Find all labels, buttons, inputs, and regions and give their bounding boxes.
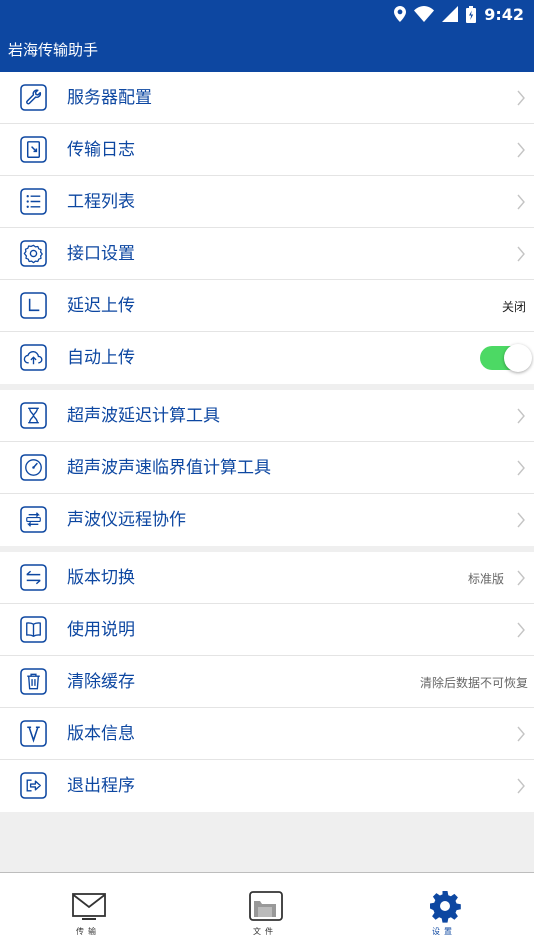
user-guide-label: 使用说明 <box>67 620 135 640</box>
battery-icon <box>466 5 477 23</box>
gear-icon <box>20 240 47 267</box>
signal-icon <box>442 6 459 22</box>
list-icon <box>20 188 47 215</box>
settings-group-tools: 超声波延迟计算工具 超声波声速临界值计算工具 声波仪远程协作 <box>0 390 534 546</box>
log-icon <box>20 136 47 163</box>
version-switch-value: 标准版 <box>467 572 504 586</box>
tab-transfer[interactable]: 传输 <box>38 873 138 950</box>
app-bar: 岩海传输助手 <box>0 28 534 72</box>
app-title: 岩海传输助手 <box>8 41 99 59</box>
auto-upload-label: 自动上传 <box>67 348 135 368</box>
mail-icon <box>72 893 106 920</box>
chevron-right-icon <box>517 622 525 638</box>
tab-files-label: 文件 <box>253 927 277 936</box>
tab-settings-label: 设置 <box>432 927 456 936</box>
status-bar: 9:42 <box>0 0 534 28</box>
book-icon <box>20 616 47 643</box>
transfer-log-label: 传输日志 <box>67 140 135 160</box>
version-switch-label: 版本切换 <box>67 568 135 588</box>
version-switch-row[interactable]: 版本切换 标准版 <box>0 552 534 604</box>
location-icon <box>394 6 407 22</box>
chevron-right-icon <box>517 726 525 742</box>
remote-icon <box>20 506 47 533</box>
remote-collab-row[interactable]: 声波仪远程协作 <box>0 494 534 546</box>
folder-icon <box>249 891 283 921</box>
status-time: 9:42 <box>484 4 524 24</box>
toggle-knob <box>504 344 532 372</box>
clear-cache-row[interactable]: 清除缓存 清除后数据不可恢复 <box>0 656 534 708</box>
chevron-right-icon <box>517 570 525 586</box>
chevron-right-icon <box>517 142 525 158</box>
clock-icon <box>20 292 47 319</box>
switch-icon <box>20 564 47 591</box>
delay-upload-row[interactable]: 延迟上传 关闭 <box>0 280 534 332</box>
server-config-label: 服务器配置 <box>67 88 152 108</box>
auto-upload-toggle[interactable] <box>480 344 532 372</box>
server-config-row[interactable]: 服务器配置 <box>0 72 534 124</box>
project-list-row[interactable]: 工程列表 <box>0 176 534 228</box>
settings-group-general: 服务器配置 传输日志 工程列表 接口设置 延迟上传 关闭 自动上传 <box>0 72 534 384</box>
project-list-label: 工程列表 <box>67 192 135 212</box>
bottom-nav: 传输 文件 设置 <box>0 872 534 950</box>
clear-cache-hint: 清除后数据不可恢复 <box>419 676 528 690</box>
wrench-icon <box>20 84 47 111</box>
ultrasonic-speed-tool-row[interactable]: 超声波声速临界值计算工具 <box>0 442 534 494</box>
hourglass-icon <box>20 402 47 429</box>
delay-upload-value: 关闭 <box>501 300 526 314</box>
auto-upload-row: 自动上传 <box>0 332 534 384</box>
remote-collab-label: 声波仪远程协作 <box>67 510 186 530</box>
ultrasonic-delay-tool-label: 超声波延迟计算工具 <box>67 406 220 426</box>
chevron-right-icon <box>517 512 525 528</box>
settings-group-app: 版本切换 标准版 使用说明 清除缓存 清除后数据不可恢复 版本信息 退出程序 <box>0 552 534 812</box>
exit-app-row[interactable]: 退出程序 <box>0 760 534 812</box>
tab-files[interactable]: 文件 <box>215 873 315 950</box>
version-info-row[interactable]: 版本信息 <box>0 708 534 760</box>
ultrasonic-speed-tool-label: 超声波声速临界值计算工具 <box>67 458 271 478</box>
trash-icon <box>20 668 47 695</box>
chevron-right-icon <box>517 408 525 424</box>
settings-list: 服务器配置 传输日志 工程列表 接口设置 延迟上传 关闭 自动上传 超声波延迟计… <box>0 72 534 872</box>
exit-app-label: 退出程序 <box>67 776 135 796</box>
version-info-label: 版本信息 <box>67 724 135 744</box>
chevron-right-icon <box>517 246 525 262</box>
gear-icon <box>430 891 461 923</box>
chevron-right-icon <box>517 460 525 476</box>
chevron-right-icon <box>517 778 525 794</box>
delay-upload-label: 延迟上传 <box>67 296 135 316</box>
cloud-upload-icon <box>20 344 47 371</box>
wifi-icon <box>414 6 435 22</box>
version-icon <box>20 720 47 747</box>
gauge-icon <box>20 454 47 481</box>
user-guide-row[interactable]: 使用说明 <box>0 604 534 656</box>
status-icons: 9:42 <box>394 4 524 24</box>
interface-settings-label: 接口设置 <box>67 244 135 264</box>
ultrasonic-delay-tool-row[interactable]: 超声波延迟计算工具 <box>0 390 534 442</box>
clear-cache-label: 清除缓存 <box>67 672 135 692</box>
transfer-log-row[interactable]: 传输日志 <box>0 124 534 176</box>
chevron-right-icon <box>517 194 525 210</box>
exit-icon <box>20 772 47 799</box>
tab-settings[interactable]: 设置 <box>394 873 494 950</box>
chevron-right-icon <box>517 90 525 106</box>
interface-settings-row[interactable]: 接口设置 <box>0 228 534 280</box>
tab-transfer-label: 传输 <box>76 927 100 936</box>
